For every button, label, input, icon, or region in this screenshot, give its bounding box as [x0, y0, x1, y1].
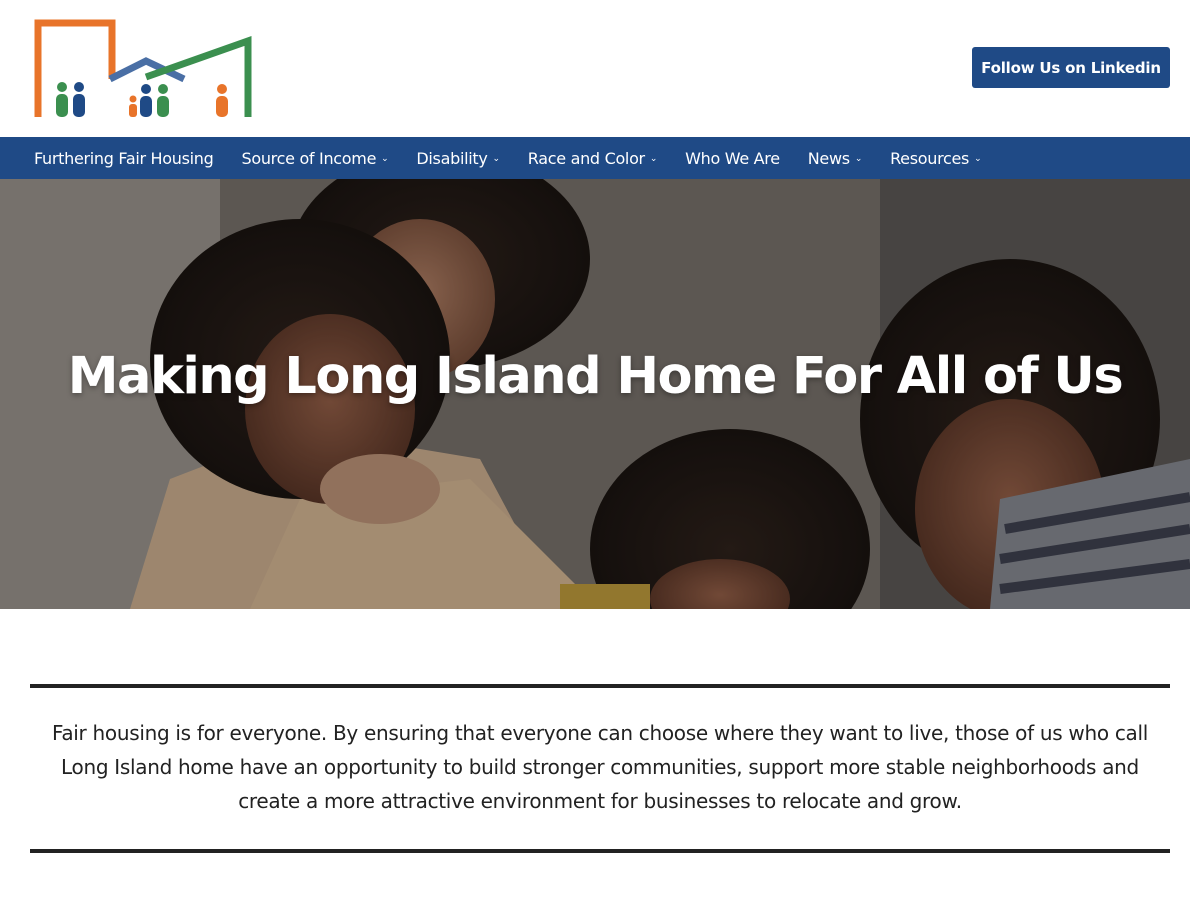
nav-item-label: Who We Are	[685, 148, 780, 168]
chevron-down-icon: ⌄	[974, 153, 982, 164]
chevron-down-icon: ⌄	[492, 153, 501, 164]
main-navigation: Furthering Fair Housing Source of Income…	[0, 137, 1190, 179]
nav-item-who-we-are[interactable]: Who We Are	[671, 137, 794, 179]
site-header: Follow Us on Linkedin	[0, 0, 1190, 137]
divider-top	[30, 684, 1170, 688]
nav-item-label: Resources	[890, 148, 970, 168]
nav-item-label: News	[807, 148, 850, 168]
nav-item-furthering-fair-housing[interactable]: Furthering Fair Housing	[20, 137, 228, 179]
nav-item-resources[interactable]: Resources ⌄	[876, 137, 995, 179]
nav-item-news[interactable]: News ⌄	[794, 137, 876, 179]
follow-linkedin-button[interactable]: Follow Us on Linkedin	[972, 47, 1170, 88]
nav-item-disability[interactable]: Disability ⌄	[402, 137, 513, 179]
nav-item-label: Source of Income	[241, 148, 377, 168]
nav-item-label: Furthering Fair Housing	[34, 148, 214, 168]
chevron-down-icon: ⌄	[381, 153, 389, 164]
hero-banner: Making Long Island Home For All of Us	[0, 179, 1190, 609]
hero-title: Making Long Island Home For All of Us	[67, 347, 1124, 406]
nav-item-label: Disability	[416, 148, 488, 168]
chevron-down-icon: ⌄	[854, 153, 863, 164]
nav-item-race-and-color[interactable]: Race and Color ⌄	[514, 137, 671, 179]
fair-housing-logo-icon[interactable]	[34, 19, 252, 121]
divider-bottom	[30, 849, 1170, 853]
nav-item-source-of-income[interactable]: Source of Income ⌄	[228, 137, 403, 179]
chevron-down-icon: ⌄	[649, 153, 658, 164]
intro-paragraph: Fair housing is for everyone. By ensurin…	[51, 721, 1149, 813]
nav-item-label: Race and Color	[527, 148, 645, 168]
